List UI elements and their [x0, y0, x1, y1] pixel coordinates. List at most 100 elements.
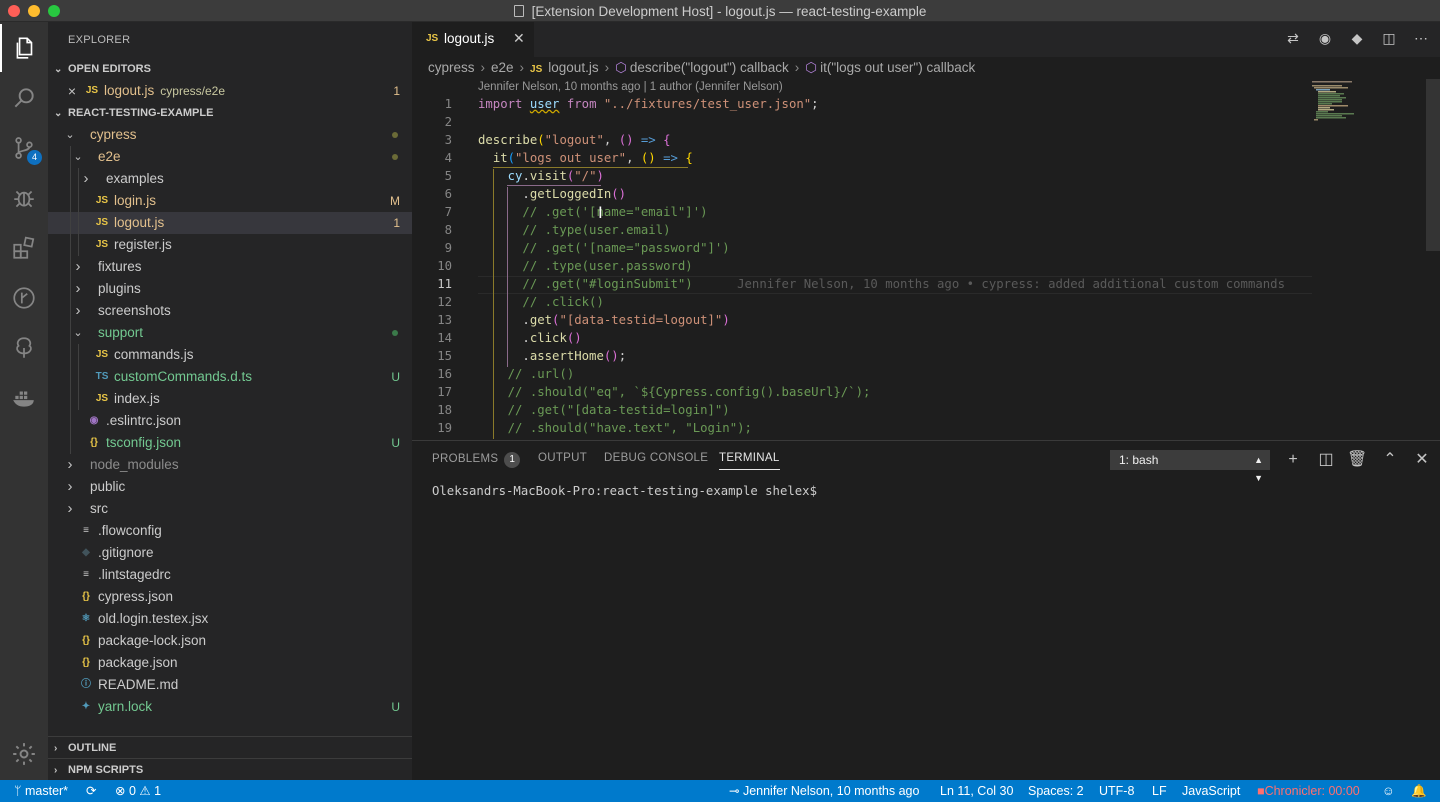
tree-file[interactable]: JS logout.js 1 [48, 212, 412, 234]
new-terminal-icon[interactable]: + [1283, 450, 1303, 470]
feedback-icon[interactable]: ☺ [1382, 780, 1395, 802]
tree-file[interactable]: ◉ .eslintrc.json [48, 410, 412, 432]
code-line[interactable]: describe("logout", () => { [478, 133, 671, 147]
tree-file[interactable]: JS commands.js [48, 344, 412, 366]
more-actions-icon[interactable]: ⋯ [1412, 30, 1430, 48]
toggle-blame-icon[interactable]: ◉ [1316, 30, 1334, 48]
open-changes-icon[interactable]: ⇄ [1284, 30, 1302, 48]
source-control-icon[interactable]: 4 [0, 124, 48, 172]
tree-file[interactable]: JS register.js [48, 234, 412, 256]
problems-indicator[interactable]: ⊗ 0 ⚠ 1 [115, 780, 161, 802]
codelens-authors[interactable]: Jennifer Nelson, 10 months ago | 1 autho… [478, 81, 783, 93]
npm-scripts-section[interactable]: › NPM SCRIPTS [48, 758, 412, 780]
code-line[interactable]: // .should("have.text", "Login"); [478, 421, 752, 435]
tree-file[interactable]: ≡ .lintstagedrc [48, 564, 412, 586]
code-line[interactable]: // .should("eq", `${Cypress.config().bas… [478, 385, 871, 399]
sync-icon[interactable]: ⟳ [86, 780, 96, 802]
breadcrumb-item[interactable]: describe("logout") callback [630, 60, 789, 75]
tree-folder[interactable]: › plugins [48, 278, 412, 300]
chronicler-status[interactable]: ■Chronicler: 00:00 [1257, 780, 1360, 802]
language-mode[interactable]: JavaScript [1182, 780, 1240, 802]
tree-folder[interactable]: › src [48, 498, 412, 520]
json-file-icon: {} [82, 591, 90, 602]
debug-icon[interactable] [0, 174, 48, 222]
tree-file[interactable]: {} tsconfig.json U [48, 432, 412, 454]
close-icon[interactable]: × [66, 80, 78, 102]
git-branch[interactable]: ᛘ master* [14, 780, 68, 802]
tree-folder[interactable]: ⌄ e2e [48, 146, 412, 168]
extensions-icon[interactable] [0, 224, 48, 272]
code-line[interactable]: // .get('[name="email"]') [478, 205, 707, 219]
tree-folder[interactable]: › node_modules [48, 454, 412, 476]
trash-icon[interactable]: 🗑 [1347, 450, 1367, 470]
tree-folder[interactable]: › examples [48, 168, 412, 190]
encoding[interactable]: UTF-8 [1099, 780, 1134, 802]
scrollbar-thumb[interactable] [1426, 79, 1440, 251]
code-line[interactable]: .assertHome(); [478, 349, 626, 363]
code-line[interactable]: .get("[data-testid=logout]") [478, 313, 729, 327]
close-tab-icon[interactable]: ✕ [513, 30, 525, 47]
open-editors-section[interactable]: ⌄ OPEN EDITORS [48, 58, 412, 80]
tree-icon[interactable] [0, 324, 48, 372]
terminal-prompt[interactable]: Oleksandrs-MacBook-Pro:react-testing-exa… [432, 484, 817, 498]
code-line[interactable]: it("logs out user", () => { [478, 151, 693, 165]
code-line[interactable]: import user from "../fixtures/test_user.… [478, 97, 819, 111]
git-compare-icon[interactable]: ◆ [1348, 30, 1366, 48]
tree-folder[interactable]: › public [48, 476, 412, 498]
tab-debug-console[interactable]: DEBUG CONSOLE [604, 452, 708, 464]
indentation[interactable]: Spaces: 2 [1028, 780, 1084, 802]
code-line[interactable]: cy.visit("/") [478, 169, 604, 183]
breadcrumb-item[interactable]: logout.js [548, 60, 598, 75]
docker-icon[interactable] [0, 374, 48, 422]
tab-logout-js[interactable]: JS logout.js ✕ [412, 22, 534, 57]
code-line[interactable]: // .type(user.password) [478, 259, 692, 273]
open-editor-item[interactable]: × JS logout.js cypress/e2e 1 [48, 80, 412, 102]
tree-file[interactable]: ⓘ README.md [48, 674, 412, 696]
code-line[interactable]: .getLoggedIn() [478, 187, 626, 201]
breadcrumb-item[interactable]: it("logs out user") callback [820, 60, 975, 75]
minimap[interactable] [1312, 79, 1412, 139]
explorer-icon[interactable] [0, 24, 48, 72]
tab-problems[interactable]: PROBLEMS 1 [432, 452, 521, 468]
gitlens-icon[interactable] [0, 274, 48, 322]
breadcrumb-item[interactable]: e2e [491, 60, 514, 75]
tree-file[interactable]: ⚛ old.login.testex.jsx [48, 608, 412, 630]
tab-terminal[interactable]: TERMINAL [719, 452, 780, 470]
code-editor[interactable]: Jennifer Nelson, 10 months ago | 1 autho… [412, 79, 1440, 440]
settings-gear-icon[interactable] [0, 730, 48, 778]
tree-file[interactable]: {} package.json [48, 652, 412, 674]
tree-file[interactable]: TS customCommands.d.ts U [48, 366, 412, 388]
terminal-select[interactable]: 1: bash ▲ ▼ [1110, 450, 1270, 483]
code-line[interactable]: // .get("[data-testid=login]") [478, 403, 730, 417]
tree-folder[interactable]: › screenshots [48, 300, 412, 322]
tree-file[interactable]: ◆ .gitignore [48, 542, 412, 564]
split-terminal-icon[interactable]: ◫ [1316, 450, 1336, 470]
notifications-bell-icon[interactable]: 🔔 [1411, 780, 1427, 802]
tree-file[interactable]: ≡ .flowconfig [48, 520, 412, 542]
tree-folder[interactable]: ⌄ cypress [48, 124, 412, 146]
tree-file[interactable]: ✦ yarn.lock U [48, 696, 412, 718]
project-section[interactable]: ⌄ REACT-TESTING-EXAMPLE [48, 102, 412, 124]
end-of-line[interactable]: LF [1152, 780, 1167, 802]
tree-file[interactable]: JS login.js M [48, 190, 412, 212]
editor-scrollbar[interactable] [1426, 79, 1440, 440]
tree-folder[interactable]: ⌄ support [48, 322, 412, 344]
blame-status[interactable]: ⊸ Jennifer Nelson, 10 months ago [729, 780, 919, 802]
code-token: , [626, 151, 641, 165]
search-icon[interactable] [0, 74, 48, 122]
maximize-panel-icon[interactable]: ⌃ [1380, 450, 1400, 470]
outline-section[interactable]: › OUTLINE [48, 736, 412, 758]
split-editor-icon[interactable]: ◫ [1380, 30, 1398, 48]
cursor-position[interactable]: Ln 11, Col 30 [940, 780, 1013, 802]
code-line[interactable]: // .click() [478, 295, 603, 309]
code-token: => [633, 133, 664, 147]
tree-file[interactable]: {} package-lock.json [48, 630, 412, 652]
tree-file[interactable]: JS index.js [48, 388, 412, 410]
tree-folder[interactable]: › fixtures [48, 256, 412, 278]
close-panel-icon[interactable]: ✕ [1412, 450, 1432, 470]
code-line[interactable]: // .get("#loginSubmit") Jennifer Nelson,… [478, 277, 1285, 291]
tree-file[interactable]: {} cypress.json [48, 586, 412, 608]
breadcrumb-item[interactable]: cypress [428, 60, 475, 75]
tab-output[interactable]: OUTPUT [538, 452, 587, 464]
code-line[interactable]: // .get('[name="password"]') [478, 241, 729, 255]
